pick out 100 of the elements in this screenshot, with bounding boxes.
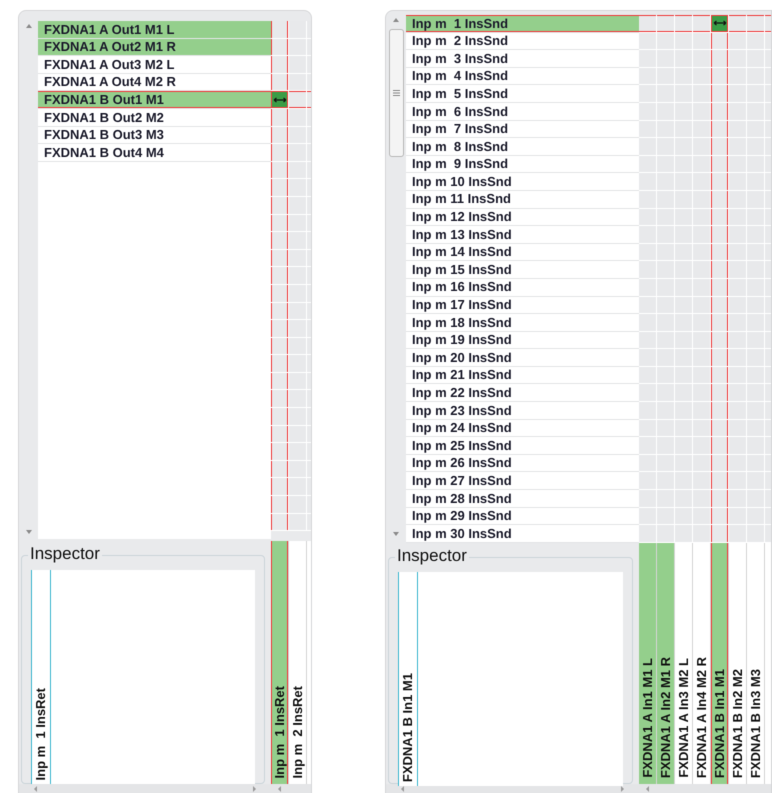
crosspoint-cell[interactable] — [711, 349, 729, 367]
scroll-left-icon[interactable] — [33, 785, 38, 793]
crosspoint-cell[interactable] — [289, 443, 307, 461]
crosspoint-cell[interactable] — [729, 208, 747, 226]
crosspoint-cell[interactable] — [711, 508, 729, 526]
crosspoint-cell[interactable] — [639, 244, 657, 262]
column-header[interactable]: FXDNA1 A In1 M1 L — [639, 543, 657, 784]
crosspoint-cell[interactable] — [711, 384, 729, 402]
crosspoint-cell[interactable] — [639, 120, 657, 138]
crosspoint-cell[interactable] — [639, 102, 657, 121]
crosspoint-cell[interactable] — [711, 120, 729, 138]
crosspoint-cell[interactable] — [693, 508, 711, 526]
crosspoint-cell[interactable] — [289, 56, 307, 74]
crosspoint-cell[interactable] — [271, 91, 289, 109]
crosspoint-cell[interactable] — [639, 226, 657, 244]
crosspoint-cell[interactable] — [693, 138, 711, 156]
crosspoint-cell[interactable] — [693, 208, 711, 226]
crosspoint-cell[interactable] — [271, 514, 289, 532]
crosspoint-cell[interactable] — [693, 120, 711, 138]
crosspoint-cell[interactable] — [289, 179, 307, 197]
crosspoint-cell[interactable] — [289, 162, 307, 180]
crosspoint-cell[interactable] — [729, 226, 747, 244]
crosspoint-cell[interactable] — [711, 525, 729, 543]
crosspoint-cell[interactable] — [693, 490, 711, 508]
double-arrow-icon[interactable] — [272, 96, 286, 103]
crosspoint-cell[interactable] — [693, 50, 711, 68]
crosspoint-cell[interactable] — [639, 402, 657, 420]
column-header[interactable]: FXDNA1 B In1 M1 — [711, 543, 729, 784]
crosspoint-cell[interactable] — [639, 68, 657, 86]
crosspoint-cell[interactable] — [693, 156, 711, 174]
scroll-right-icon[interactable] — [252, 785, 257, 793]
crosspoint-cell[interactable] — [693, 472, 711, 490]
list-row[interactable]: Inp m 29 InsSnd — [406, 508, 639, 526]
column-header[interactable]: FXDNA1 A In4 M2 R — [693, 543, 711, 784]
crosspoint-cell[interactable] — [729, 85, 747, 103]
column-header[interactable]: FXDNA1 A In3 M2 L — [675, 543, 693, 784]
crosspoint-cell[interactable] — [289, 320, 307, 338]
crosspoint-cell[interactable] — [693, 437, 711, 455]
crosspoint-cell[interactable] — [729, 156, 747, 174]
crosspoint-cell[interactable] — [729, 314, 747, 332]
crosspoint-cell[interactable] — [711, 85, 729, 103]
crosspoint-cell[interactable] — [729, 244, 747, 262]
list-row[interactable]: Inp m 17 InsSnd — [406, 296, 639, 314]
scroll-up-icon[interactable] — [392, 17, 400, 23]
crosspoint-cell[interactable] — [289, 478, 307, 496]
crosspoint-cell[interactable] — [271, 56, 289, 74]
crosspoint-cell[interactable] — [729, 173, 747, 191]
crosspoint-cell[interactable] — [693, 296, 711, 314]
crosspoint-cell[interactable] — [711, 332, 729, 350]
crosspoint-cell[interactable] — [271, 214, 289, 232]
scroll-thumb[interactable] — [388, 29, 404, 157]
crosspoint-cell[interactable] — [711, 490, 729, 508]
horizontal-scrollbar[interactable] — [19, 784, 271, 793]
crosspoint-cell[interactable] — [729, 68, 747, 86]
crosspoint-cell[interactable] — [711, 50, 729, 68]
list-row[interactable]: Inp m 11 InsSnd — [406, 190, 639, 209]
crosspoint-cell[interactable] — [729, 15, 747, 33]
crosspoint-cell[interactable] — [693, 349, 711, 367]
list-row[interactable]: FXDNA1 A Out4 M2 R — [38, 74, 271, 92]
crosspoint-cell[interactable] — [711, 278, 729, 296]
crosspoint-cell[interactable] — [289, 284, 307, 302]
double-arrow-icon[interactable] — [712, 20, 726, 26]
crosspoint-cell[interactable] — [675, 15, 693, 33]
crosspoint-cell[interactable] — [271, 196, 289, 215]
crosspoint-cell[interactable] — [271, 478, 289, 496]
crosspoint-cell[interactable] — [289, 74, 307, 92]
scroll-up-icon[interactable] — [24, 23, 32, 29]
list-row[interactable]: FXDNA1 B Out3 M3 — [38, 126, 271, 144]
crosspoint-cell[interactable] — [729, 508, 747, 526]
crosspoint-cell[interactable] — [289, 214, 307, 232]
crosspoint-cell[interactable] — [639, 490, 657, 508]
crosspoint-cell[interactable] — [271, 267, 289, 285]
crosspoint-cell[interactable] — [289, 460, 307, 478]
crosspoint-cell[interactable] — [271, 179, 289, 197]
crosspoint-cell[interactable] — [693, 278, 711, 296]
crosspoint-cell[interactable] — [289, 372, 307, 390]
crosspoint-cell[interactable] — [693, 190, 711, 209]
horizontal-scrollbar[interactable] — [639, 784, 771, 793]
crosspoint-cell[interactable] — [639, 454, 657, 472]
scroll-left-icon[interactable] — [277, 785, 282, 793]
list-row[interactable]: Inp m 24 InsSnd — [406, 420, 639, 438]
crosspoint-cell[interactable] — [639, 138, 657, 156]
list-row[interactable]: FXDNA1 B Out1 M1 — [38, 91, 271, 109]
crosspoint-cell[interactable] — [289, 144, 307, 162]
crosspoint-cell[interactable] — [639, 261, 657, 279]
crosspoint-cell[interactable] — [729, 420, 747, 438]
crosspoint-cell[interactable] — [289, 232, 307, 250]
crosspoint-cell[interactable] — [639, 366, 657, 384]
crosspoint-cell[interactable] — [289, 426, 307, 444]
scroll-down-icon[interactable] — [392, 531, 400, 537]
crosspoint-cell[interactable] — [639, 278, 657, 296]
crosspoint-cell[interactable] — [639, 472, 657, 490]
crosspoint-cell[interactable] — [729, 278, 747, 296]
crosspoint-cell[interactable] — [657, 525, 675, 543]
crosspoint-cell[interactable] — [289, 514, 307, 532]
scroll-right-icon[interactable] — [620, 785, 625, 793]
crosspoint-cell[interactable] — [271, 284, 289, 302]
crosspoint-cell[interactable] — [711, 402, 729, 420]
crosspoint-cell[interactable] — [729, 138, 747, 156]
crosspoint-cell[interactable] — [289, 126, 307, 144]
